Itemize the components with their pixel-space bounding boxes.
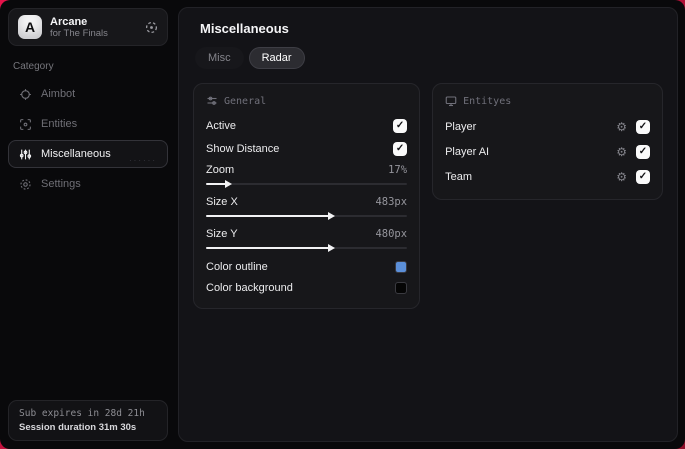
tab-radar[interactable]: Radar — [248, 47, 305, 69]
size-x-value: 483px — [375, 195, 408, 208]
entities-panel: Entityes Player ⚙ ✓ Player AI ⚙ ✓ Team ⚙… — [432, 83, 663, 200]
color-background-swatch[interactable] — [395, 281, 408, 294]
zoom-slider[interactable] — [206, 180, 408, 188]
setting-row-active: Active ✓ — [206, 114, 408, 137]
slider-thumb[interactable] — [327, 212, 335, 220]
sliders-icon — [19, 148, 32, 161]
setting-row-color-background: Color background — [206, 277, 408, 298]
zoom-value: 17% — [388, 163, 408, 176]
color-outline-swatch[interactable] — [395, 260, 408, 273]
entity-row-player-ai: Player AI ⚙ ✓ — [445, 139, 650, 164]
size-y-slider[interactable] — [206, 244, 408, 252]
sidebar-item-settings[interactable]: Settings — [8, 170, 168, 198]
app-subtitle: for The Finals — [50, 27, 108, 39]
entity-label: Team — [445, 170, 472, 183]
sidebar-item-entities[interactable]: Entities — [8, 110, 168, 138]
tab-misc[interactable]: Misc — [195, 47, 244, 69]
size-x-slider[interactable] — [206, 212, 408, 220]
active-checkbox[interactable]: ✓ — [393, 118, 408, 133]
dots-decoration: ······ — [129, 156, 157, 165]
loader-gear-icon[interactable] — [145, 21, 158, 34]
page-title: Miscellaneous — [200, 21, 289, 36]
entity-gear-icon[interactable]: ⚙ — [616, 121, 627, 133]
setting-label: Zoom — [206, 163, 235, 176]
general-panel-title: General — [224, 95, 267, 107]
entity-gear-icon[interactable]: ⚙ — [616, 171, 627, 183]
gear-icon — [19, 178, 32, 191]
sidebar-item-label: Aimbot — [41, 88, 76, 100]
entity-label: Player — [445, 120, 477, 133]
entity-row-player: Player ⚙ ✓ — [445, 114, 650, 139]
setting-row-show-distance: Show Distance ✓ — [206, 137, 408, 160]
player-checkbox[interactable]: ✓ — [636, 119, 650, 134]
entities-panel-title: Entityes — [463, 95, 512, 107]
setting-label: Active — [206, 119, 236, 132]
show-distance-checkbox[interactable]: ✓ — [393, 141, 408, 156]
crosshair-icon — [19, 88, 32, 101]
monitor-icon — [445, 96, 457, 107]
app-window: A Arcane for The Finals Category Aimbot … — [0, 0, 685, 449]
setting-label: Size X — [206, 195, 238, 208]
sidebar-item-label: Miscellaneous — [41, 148, 111, 160]
setting-label: Color background — [206, 281, 293, 294]
category-label: Category — [13, 61, 54, 72]
main-panel: Miscellaneous Misc Radar General Active … — [178, 7, 678, 442]
app-logo: A — [18, 15, 42, 39]
sidebar-item-label: Entities — [41, 118, 78, 130]
sidebar-header-card: A Arcane for The Finals — [8, 8, 168, 46]
app-title-block: Arcane for The Finals — [50, 16, 108, 39]
sidebar-item-label: Settings — [41, 178, 81, 190]
setting-row-size-x: Size X 483px — [206, 192, 408, 220]
entity-label: Player AI — [445, 145, 490, 158]
slider-thumb[interactable] — [225, 180, 233, 188]
sliders-horizontal-icon — [207, 96, 217, 105]
slider-thumb[interactable] — [327, 244, 335, 252]
panels-row: General Active ✓ Show Distance ✓ Zoom 17… — [193, 83, 663, 309]
tab-bar: Misc Radar — [195, 47, 663, 69]
desktop-background: A Arcane for The Finals Category Aimbot … — [0, 0, 685, 449]
general-panel-header: General — [206, 95, 407, 107]
team-checkbox[interactable]: ✓ — [636, 169, 650, 184]
setting-label: Size Y — [206, 227, 238, 240]
app-title: Arcane — [50, 15, 88, 28]
entity-row-team: Team ⚙ ✓ — [445, 164, 650, 189]
entities-panel-header: Entityes — [445, 95, 650, 107]
sidebar-item-miscellaneous[interactable]: Miscellaneous ······ — [8, 140, 168, 168]
player-ai-checkbox[interactable]: ✓ — [636, 144, 650, 159]
session-duration-text: Session duration 31m 30s — [19, 422, 137, 433]
setting-row-size-y: Size Y 480px — [206, 224, 408, 252]
setting-label: Color outline — [206, 260, 268, 273]
entity-gear-icon[interactable]: ⚙ — [616, 146, 627, 158]
scan-eye-icon — [19, 118, 32, 131]
general-panel: General Active ✓ Show Distance ✓ Zoom 17… — [193, 83, 421, 309]
sidebar: A Arcane for The Finals Category Aimbot … — [0, 0, 176, 449]
size-y-value: 480px — [375, 227, 408, 240]
setting-label: Show Distance — [206, 142, 280, 155]
setting-row-zoom: Zoom 17% — [206, 160, 408, 188]
sub-expiry-text: Sub expires in 28d 21h — [19, 408, 145, 419]
subscription-card: Sub expires in 28d 21h Session duration … — [8, 400, 168, 441]
sidebar-item-aimbot[interactable]: Aimbot — [8, 80, 168, 108]
setting-row-color-outline: Color outline — [206, 256, 408, 277]
